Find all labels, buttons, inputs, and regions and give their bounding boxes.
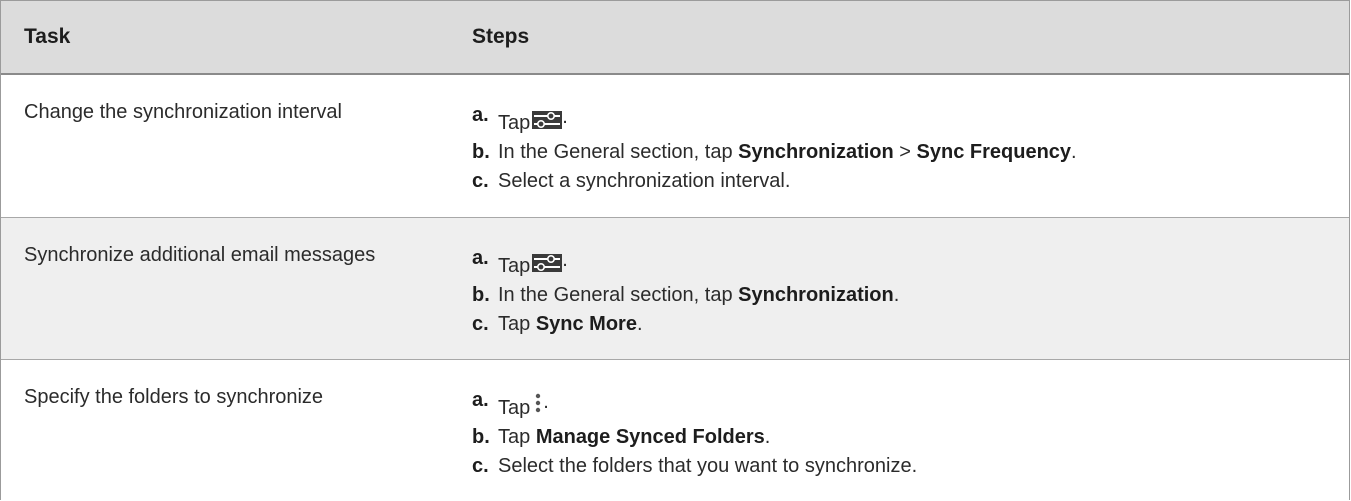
step-item: c. Select a synchronization interval. — [472, 167, 1332, 196]
step-label: c. — [472, 170, 489, 192]
step-item: b. Tap Manage Synced Folders. — [472, 423, 1332, 452]
table-row: Change the synchronization interval a. Ta… — [1, 75, 1349, 218]
step-text: In the General section, tap — [498, 141, 739, 163]
task-steps-table: Task Steps Change the synchronization in… — [0, 0, 1350, 500]
step-label: b. — [472, 284, 490, 306]
ui-term: Sync More — [535, 313, 637, 335]
step-text: Tap — [498, 397, 531, 419]
steps-list: a. Tap . b. In the General section, tap Sy… — [472, 244, 1332, 339]
step-text: In the General section, tap — [498, 284, 739, 306]
steps-list: a. Tap . b. Tap Manage Synced Folders. c. S… — [472, 386, 1332, 481]
step-period: . — [636, 313, 643, 335]
step-text: Tap — [498, 313, 536, 335]
task-cell: Specify the folders to synchronize — [24, 386, 324, 408]
step-text: Tap — [498, 112, 531, 134]
step-label: b. — [472, 426, 490, 448]
ui-term: Manage Synced Folders — [535, 426, 765, 448]
step-text: Tap — [498, 255, 531, 277]
step-label: a. — [472, 104, 489, 126]
step-item: c. Tap Sync More. — [472, 310, 1332, 339]
table-row: Synchronize additional email messages a.… — [1, 218, 1349, 360]
step-label: b. — [472, 141, 490, 163]
settings-sliders-icon — [532, 254, 563, 272]
step-period: . — [543, 391, 549, 413]
column-header-task: Task — [24, 25, 71, 48]
task-cell: Change the synchronization interval — [24, 101, 342, 123]
ui-term: Sync Frequency — [916, 141, 1072, 163]
ui-term: Synchronization — [738, 284, 894, 306]
step-item: a. Tap . — [472, 244, 1332, 281]
step-text: > — [893, 141, 917, 163]
step-period: . — [1071, 141, 1077, 163]
step-item: b. In the General section, tap Synchroniz… — [472, 138, 1332, 167]
table-header: Task Steps — [1, 1, 1349, 75]
steps-list: a. Tap . b. In the General section, tap Sy… — [472, 101, 1332, 196]
step-item: b. In the General section, tap Synchroniz… — [472, 281, 1332, 310]
step-text: Tap — [498, 426, 536, 448]
step-item: a. Tap . — [472, 101, 1332, 138]
step-text: Select a synchronization interval. — [498, 170, 791, 192]
step-item: c. Select the folders that you want to sy… — [472, 452, 1332, 481]
ui-term: Synchronization — [738, 141, 894, 163]
step-period: . — [562, 106, 568, 128]
step-label: a. — [472, 389, 489, 411]
step-label: c. — [472, 455, 489, 477]
table-row: Specify the folders to synchronize a. Tap… — [1, 360, 1349, 501]
step-period: . — [562, 249, 568, 271]
step-label: c. — [472, 313, 489, 335]
step-text: Select the folders that you want to sync… — [498, 455, 918, 477]
step-period: . — [764, 426, 771, 448]
more-vertical-icon — [536, 393, 541, 413]
step-label: a. — [472, 247, 489, 269]
step-period: . — [893, 284, 900, 306]
task-cell: Synchronize additional email messages — [24, 244, 376, 266]
column-header-steps: Steps — [472, 25, 530, 48]
settings-sliders-icon — [532, 111, 563, 129]
step-item: a. Tap . — [472, 386, 1332, 423]
